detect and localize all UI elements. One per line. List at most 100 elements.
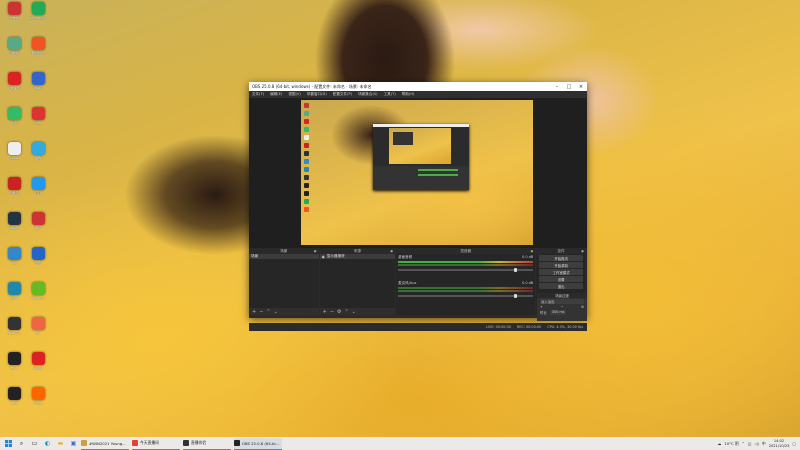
desktop-icon-label: 控制面板 xyxy=(7,86,20,90)
gear-icon[interactable]: ⚙ xyxy=(581,305,584,309)
windows-start-icon[interactable] xyxy=(4,439,13,448)
chevron-up-icon[interactable]: ⌃ xyxy=(742,441,745,446)
desktop-icon-label: Photoshop xyxy=(30,16,46,20)
move-down-icon[interactable]: ⌄ xyxy=(274,309,278,315)
app-icon xyxy=(31,352,45,365)
title-bar[interactable]: OBS 25.0.8 (64-bit, windows) - 配置文件: 未命名… xyxy=(249,82,587,91)
menu-tools[interactable]: 工具(T) xyxy=(384,92,396,97)
volume-slider[interactable] xyxy=(398,294,534,298)
menu-view[interactable]: 视图(V) xyxy=(288,92,300,97)
move-up-icon[interactable]: ⌃ xyxy=(344,309,348,315)
start-recording-button[interactable]: 开始录制 xyxy=(539,262,583,268)
transitions-dock: 场景过渡 淡入淡出 + − ⚙ 时长 300 ms xyxy=(537,293,587,321)
clock[interactable]: 14:02 2021/10/23 xyxy=(769,439,790,448)
weather-icon[interactable]: ☁ xyxy=(718,441,722,446)
desktop-icon[interactable]: WeGame xyxy=(3,317,25,335)
add-icon[interactable]: + xyxy=(323,309,327,315)
dock-float-icon[interactable]: ▣ xyxy=(530,249,533,253)
taskbar-app-label: #WIN2021 Young... xyxy=(89,440,126,446)
remove-icon[interactable]: − xyxy=(259,309,263,315)
desktop-icon-label: QQ xyxy=(11,261,17,265)
remove-icon[interactable]: − xyxy=(330,309,334,315)
desktop-icon[interactable]: 回收站 xyxy=(3,37,25,55)
desktop-icon[interactable]: 迅雷 xyxy=(27,247,49,265)
minimize-icon[interactable]: – xyxy=(551,84,563,90)
taskbar-app[interactable]: 今天直播间 xyxy=(132,438,180,450)
taskbar-app[interactable]: #WIN2021 Young... xyxy=(81,438,129,450)
preview-canvas[interactable] xyxy=(301,100,533,245)
task-view-icon[interactable]: ▭ xyxy=(30,439,39,448)
menu-help[interactable]: 帮助(H) xyxy=(402,92,415,97)
desktop-icon[interactable]: 钉钉 xyxy=(27,177,49,195)
rec-status: REC: 00:00:00 xyxy=(516,325,542,329)
edge-icon[interactable]: ◐ xyxy=(43,439,52,448)
network-icon[interactable]: ◫ xyxy=(748,441,752,446)
menu-file[interactable]: 文件(F) xyxy=(252,92,264,97)
desktop-icon[interactable]: QQ xyxy=(3,247,25,265)
studio-mode-button[interactable]: 工作室模式 xyxy=(539,269,583,275)
transition-select[interactable]: 淡入淡出 xyxy=(540,299,584,304)
desktop-icon[interactable]: OBS xyxy=(3,387,25,405)
move-up-icon[interactable]: ⌃ xyxy=(266,309,270,315)
desktop-icon[interactable]: Apple xyxy=(3,142,25,160)
desktop-icon[interactable]: Edge xyxy=(3,282,25,300)
menu-scene-collection[interactable]: 场景集合(S) xyxy=(358,92,377,97)
start-streaming-button[interactable]: 开始推流 xyxy=(539,255,583,261)
settings-button[interactable]: 设置 xyxy=(539,276,583,282)
dock-float-icon[interactable]: ▣ xyxy=(581,249,584,253)
menu-edit[interactable]: 编辑(E) xyxy=(270,92,282,97)
scene-item[interactable]: 场景 xyxy=(249,254,319,259)
desktop-icon[interactable]: 腾讯视频 xyxy=(27,37,49,55)
ime-indicator[interactable]: 中 xyxy=(762,441,766,447)
desktop-icon[interactable]: GeForce xyxy=(27,282,49,300)
duration-input[interactable]: 300 ms xyxy=(549,310,567,315)
desktop-icon[interactable]: Adobe xyxy=(27,352,49,370)
menu-docks[interactable]: 停靠窗口(D) xyxy=(307,92,327,97)
taskbar-app[interactable]: 直播伴侣 xyxy=(183,438,231,450)
store-icon[interactable]: ▣ xyxy=(69,439,78,448)
desktop-icon[interactable]: 网易云 xyxy=(3,177,25,195)
close-icon[interactable]: × xyxy=(575,84,587,90)
file-explorer-icon[interactable]: ▬ xyxy=(56,439,65,448)
preview-app-icon xyxy=(304,111,309,116)
move-down-icon[interactable]: ⌄ xyxy=(352,309,356,315)
volume-slider[interactable] xyxy=(398,268,534,272)
volume-meter xyxy=(398,261,534,263)
cpu-status: CPU: 4.3%, 30.00 fps xyxy=(547,325,583,329)
maximize-icon[interactable]: □ xyxy=(563,84,575,90)
eye-icon[interactable]: ◉ xyxy=(322,255,325,259)
preview-app-icon xyxy=(304,159,309,164)
gear-icon[interactable]: ⚙ xyxy=(337,309,341,315)
volume-icon[interactable]: ◁) xyxy=(754,441,758,446)
desktop-icon[interactable]: EA xyxy=(27,317,49,335)
add-icon[interactable]: + xyxy=(252,309,256,315)
app-icon xyxy=(7,142,21,155)
preview-app-icon xyxy=(304,167,309,172)
sources-header: 来源 xyxy=(353,248,361,253)
desktop-icon[interactable]: Steam xyxy=(3,212,25,230)
dock-float-icon[interactable]: ▣ xyxy=(314,249,317,253)
desktop-icon[interactable]: WPS xyxy=(27,107,49,125)
dock-float-icon[interactable]: ▣ xyxy=(390,249,393,253)
menu-profile[interactable]: 配置文件(P) xyxy=(333,92,352,97)
remove-icon[interactable]: − xyxy=(560,305,563,309)
preview-app-icon xyxy=(304,135,309,140)
preview-app-icon xyxy=(304,175,309,180)
weather-text[interactable]: 10°C 阴 xyxy=(724,441,738,447)
desktop-icon[interactable]: 酷狗 xyxy=(27,142,49,160)
add-icon[interactable]: + xyxy=(540,305,543,309)
desktop-icon[interactable]: 快手 xyxy=(3,107,25,125)
notification-icon[interactable]: ▢ xyxy=(792,441,796,446)
desktop-icon[interactable]: Uplay xyxy=(27,72,49,90)
search-icon[interactable]: ⌕ xyxy=(17,439,26,448)
app-icon xyxy=(31,142,45,155)
desktop-icon[interactable]: 网易 xyxy=(27,212,49,230)
desktop-icon[interactable]: Epic xyxy=(3,352,25,370)
taskbar-app[interactable]: OBS 25.0.8 (64-bi... xyxy=(234,437,282,450)
desktop-icon[interactable]: 此电脑 xyxy=(3,2,25,20)
exit-button[interactable]: 退出 xyxy=(539,283,583,289)
desktop-icon[interactable]: Origin xyxy=(27,387,49,405)
desktop-icon[interactable]: Photoshop xyxy=(27,2,49,20)
desktop-icon[interactable]: 控制面板 xyxy=(3,72,25,90)
source-item[interactable]: ◉ 显示器捕获 xyxy=(319,254,396,259)
